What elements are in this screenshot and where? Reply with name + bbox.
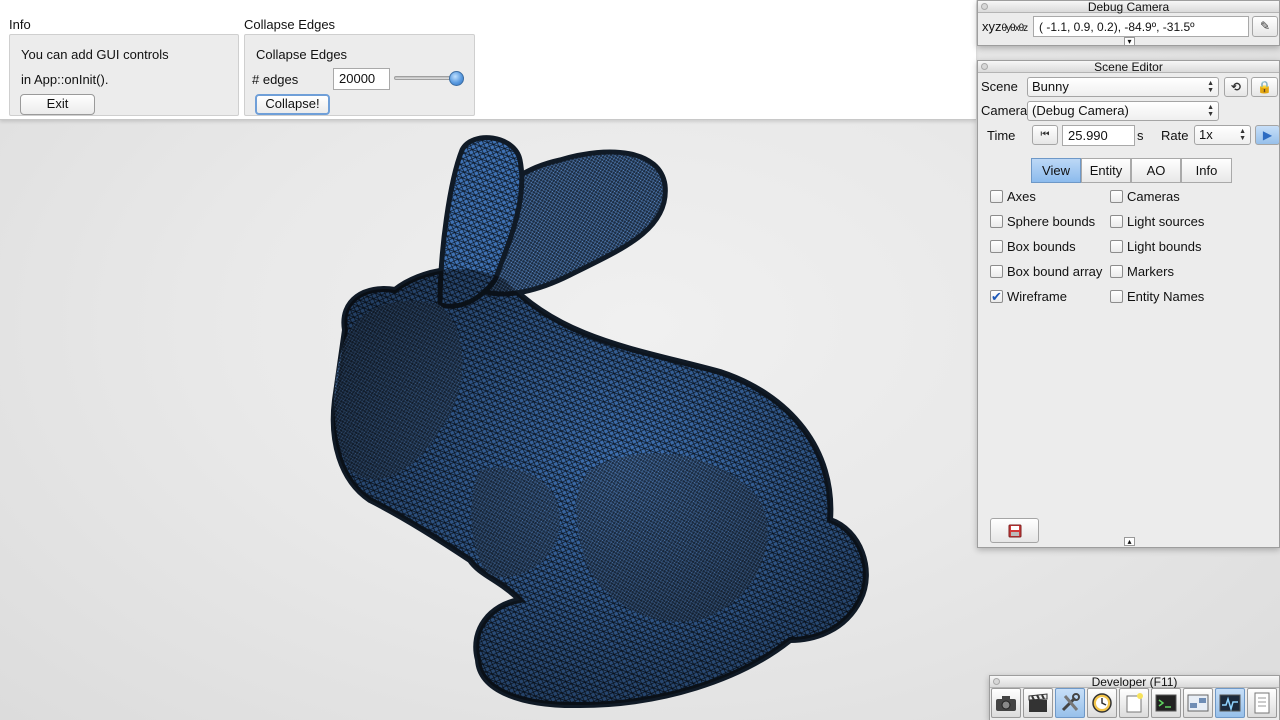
clock-icon[interactable] bbox=[1087, 688, 1117, 718]
rate-select[interactable]: 1x ▲ ▼ bbox=[1194, 125, 1251, 145]
camera-coords-input[interactable]: ( -1.1, 0.9, 0.2), -84.9º, -31.5º bbox=[1033, 16, 1249, 37]
log-icon[interactable] bbox=[1247, 688, 1277, 718]
box-bound-array-checkbox[interactable] bbox=[990, 265, 1003, 278]
lock-icon[interactable]: 🔒 bbox=[1251, 77, 1278, 97]
markers-checkbox[interactable] bbox=[1110, 265, 1123, 278]
axes-label: Axes bbox=[1007, 189, 1036, 204]
xyz-label-text: xyz bbox=[982, 19, 1002, 34]
wireframe-label: Wireframe bbox=[1007, 289, 1067, 304]
box-bound-array-label: Box bound array bbox=[1007, 264, 1103, 279]
scene-editor-window: Scene Editor Scene Bunny ▲ ▼ ⟲ 🔒 Camera (… bbox=[977, 60, 1280, 548]
entity-names-label: Entity Names bbox=[1127, 289, 1205, 304]
entity-names-checkbox[interactable] bbox=[1110, 290, 1123, 303]
rewind-icon[interactable]: ⏮ bbox=[1032, 125, 1058, 145]
scene-editor-titlebar[interactable]: Scene Editor bbox=[978, 61, 1279, 73]
debug-camera-title: Debug Camera bbox=[1087, 0, 1170, 14]
expand-arrow-icon[interactable]: ▾ bbox=[1124, 37, 1135, 46]
collapse-button[interactable]: Collapse! bbox=[255, 94, 330, 115]
markers-label: Markers bbox=[1127, 264, 1174, 279]
tools-icon[interactable] bbox=[1055, 688, 1085, 718]
cameras-checkbox[interactable] bbox=[1110, 190, 1123, 203]
info-pane-caption: Info bbox=[9, 17, 31, 32]
xyz-angles-label: θyθxθz bbox=[1001, 23, 1029, 34]
scene-label: Scene bbox=[981, 79, 1018, 94]
edit-icon[interactable]: ✎ bbox=[1252, 16, 1278, 37]
developer-title: Developer (F11) bbox=[1091, 675, 1178, 689]
tab-entity[interactable]: Entity bbox=[1081, 158, 1131, 183]
light-bounds-checkbox[interactable] bbox=[1110, 240, 1123, 253]
save-scene-icon[interactable] bbox=[990, 518, 1039, 543]
camera-select[interactable]: (Debug Camera) ▲ ▼ bbox=[1027, 101, 1219, 121]
info-text-line2: in App::onInit(). bbox=[21, 72, 109, 87]
close-icon[interactable] bbox=[981, 3, 988, 10]
sphere-bounds-checkbox[interactable] bbox=[990, 215, 1003, 228]
time-label: Time bbox=[987, 128, 1016, 143]
reload-icon[interactable]: ⟲ bbox=[1224, 77, 1248, 97]
select-arrows-icon: ▲ ▼ bbox=[1239, 128, 1246, 142]
close-icon[interactable] bbox=[993, 678, 1000, 685]
tab-view[interactable]: View bbox=[1031, 158, 1081, 183]
scene-select[interactable]: Bunny ▲ ▼ bbox=[1027, 77, 1219, 97]
info-pane: You can add GUI controls in App::onInit(… bbox=[9, 34, 239, 116]
time-unit: s bbox=[1137, 128, 1144, 143]
edges-input[interactable]: 20000 bbox=[333, 68, 390, 90]
light-sources-checkbox[interactable] bbox=[1110, 215, 1123, 228]
collapse-arrow-icon[interactable]: ▴ bbox=[1124, 537, 1135, 546]
close-icon[interactable] bbox=[981, 63, 988, 70]
tab-ao[interactable]: AO bbox=[1131, 158, 1181, 183]
scene-graph-icon[interactable] bbox=[1183, 688, 1213, 718]
xyz-label: xyzθyθxθz bbox=[982, 19, 1029, 34]
profiler-icon[interactable] bbox=[1215, 688, 1245, 718]
collapse-pane-caption: Collapse Edges bbox=[244, 17, 336, 32]
camera-label: Camera bbox=[981, 103, 1028, 118]
tab-info[interactable]: Info bbox=[1181, 158, 1232, 183]
clapperboard-icon[interactable] bbox=[1023, 688, 1053, 718]
rate-label: Rate bbox=[1161, 128, 1189, 143]
scene-editor-title: Scene Editor bbox=[1094, 60, 1163, 74]
box-bounds-checkbox[interactable] bbox=[990, 240, 1003, 253]
collapse-edges-pane: Collapse Edges # edges 20000 Collapse! bbox=[244, 34, 475, 116]
app-gui-bar: Info You can add GUI controls in App::on… bbox=[0, 0, 976, 120]
debug-camera-window: Debug Camera xyzθyθxθz ( -1.1, 0.9, 0.2)… bbox=[977, 0, 1280, 46]
collapse-pane-header: Collapse Edges bbox=[256, 47, 348, 62]
edges-slider-knob[interactable] bbox=[449, 71, 464, 86]
developer-titlebar[interactable]: Developer (F11) bbox=[990, 676, 1279, 688]
debug-camera-titlebar[interactable]: Debug Camera bbox=[978, 1, 1279, 13]
light-bounds-label: Light bounds bbox=[1127, 239, 1202, 254]
axes-checkbox[interactable] bbox=[990, 190, 1003, 203]
new-window-icon[interactable] bbox=[1119, 688, 1149, 718]
exit-button[interactable]: Exit bbox=[20, 94, 95, 115]
sphere-bounds-label: Sphere bounds bbox=[1007, 214, 1096, 229]
wireframe-checkbox[interactable]: ✔ bbox=[990, 290, 1003, 303]
edges-label: # edges bbox=[252, 72, 299, 87]
select-arrows-icon: ▲ ▼ bbox=[1207, 104, 1214, 118]
play-icon[interactable]: ▶ bbox=[1255, 125, 1280, 145]
scene-select-value: Bunny bbox=[1032, 79, 1069, 94]
terminal-icon[interactable] bbox=[1151, 688, 1181, 718]
cameras-label: Cameras bbox=[1127, 189, 1180, 204]
camera-select-value: (Debug Camera) bbox=[1032, 103, 1129, 118]
light-sources-label: Light sources bbox=[1127, 214, 1205, 229]
info-text-line1: You can add GUI controls bbox=[21, 47, 169, 62]
time-input[interactable]: 25.990 bbox=[1062, 125, 1135, 146]
box-bounds-label: Box bounds bbox=[1007, 239, 1076, 254]
rate-select-value: 1x bbox=[1199, 127, 1213, 142]
camera-icon[interactable] bbox=[991, 688, 1021, 718]
select-arrows-icon: ▲ ▼ bbox=[1207, 80, 1214, 94]
